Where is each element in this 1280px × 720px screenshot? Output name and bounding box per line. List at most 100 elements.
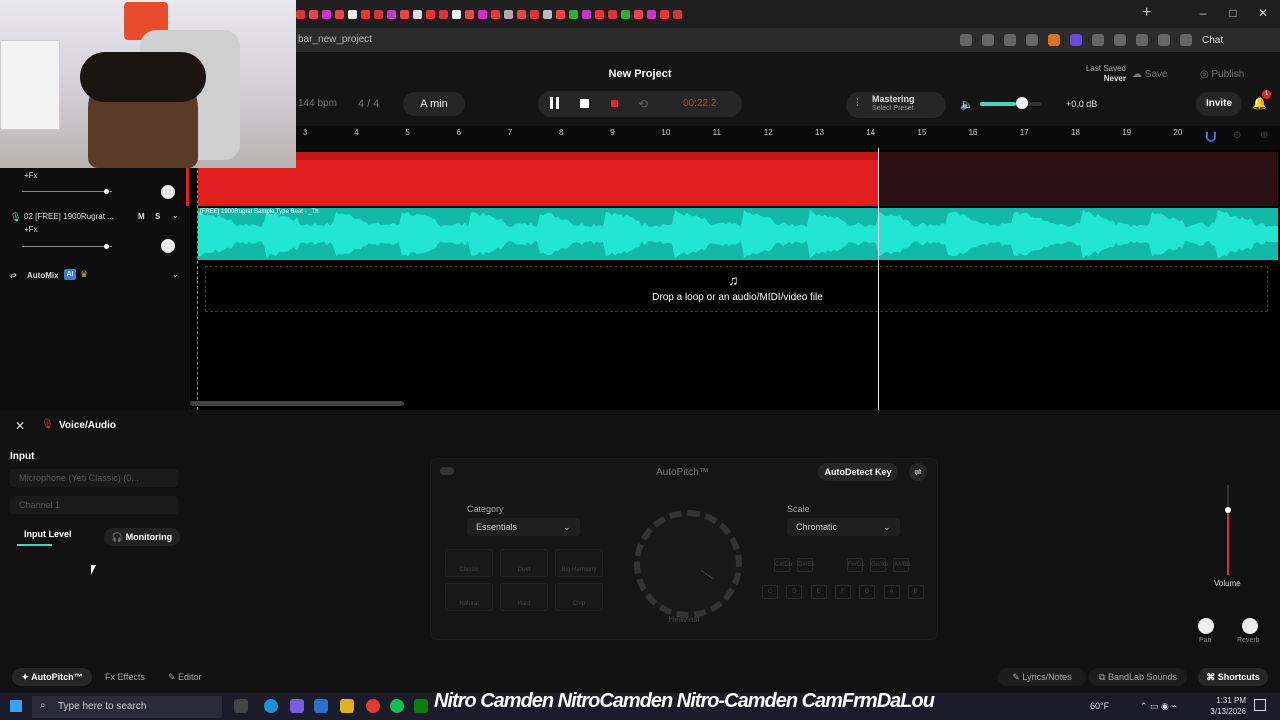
extension-icon[interactable] (1114, 34, 1126, 46)
extension-icon[interactable] (1092, 34, 1104, 46)
tab-favicon-icon[interactable] (556, 9, 565, 19)
tab-favicon-icon[interactable] (400, 9, 409, 19)
channel-select[interactable]: Channel 1 (10, 496, 178, 514)
tab-favicon-icon[interactable] (582, 9, 591, 19)
clock[interactable]: 1:31 PM 3/13/2026 (1200, 695, 1246, 717)
track1-volume-slider[interactable] (22, 191, 112, 192)
tab-favicon-icon[interactable] (504, 9, 513, 19)
extension-icon[interactable] (1004, 34, 1016, 46)
extension-icon[interactable] (1070, 34, 1082, 46)
speaker-mute-icon[interactable]: 🔈 (960, 98, 974, 111)
shortcuts-button[interactable]: ⌘ Shortcuts (1198, 668, 1268, 686)
tab-favicon-icon[interactable] (387, 9, 396, 19)
track2-volume-slider[interactable] (22, 246, 112, 247)
extension-icon[interactable] (960, 34, 972, 46)
browser-tabs[interactable] (296, 5, 1136, 23)
extension-icon[interactable] (1026, 34, 1038, 46)
save-button[interactable]: ☁ Save (1132, 66, 1194, 84)
scale-key-natural[interactable]: G (859, 585, 876, 599)
publish-button[interactable]: ◎ Publish (1200, 66, 1270, 84)
preset-duet[interactable]: Duet (500, 549, 548, 577)
tab-favicon-icon[interactable] (621, 9, 630, 19)
track2-volume-knob[interactable] (104, 244, 109, 249)
tab-bandlab-sounds[interactable]: ⧉ BandLab Sounds (1089, 668, 1187, 686)
tab-favicon-icon[interactable] (439, 9, 448, 19)
tab-favicon-icon[interactable] (647, 9, 656, 19)
reverb-knob[interactable] (1242, 618, 1258, 634)
record-icon[interactable] (611, 100, 618, 107)
playhead[interactable] (878, 148, 879, 410)
track1-volume-knob[interactable] (104, 189, 109, 194)
strength-dial[interactable] (634, 510, 742, 618)
automix-label[interactable]: AutoMix (27, 271, 59, 280)
tab-favicon-icon[interactable] (452, 9, 461, 19)
minimize-icon[interactable]: – (1192, 4, 1214, 22)
tab-favicon-icon[interactable] (517, 9, 526, 19)
tab-favicon-icon[interactable] (634, 9, 643, 19)
xbox-icon[interactable] (414, 699, 428, 713)
bookmark-icon[interactable] (982, 34, 994, 46)
master-volume-knob[interactable] (1016, 97, 1028, 109)
extension-icon[interactable] (1136, 34, 1148, 46)
tab-favicon-icon[interactable] (296, 9, 305, 19)
tab-favicon-icon[interactable] (426, 9, 435, 19)
more-menu-icon[interactable] (1180, 34, 1192, 46)
weather[interactable]: 60°F (1090, 701, 1109, 711)
profile-avatar-icon[interactable] (1158, 34, 1170, 46)
edge-icon[interactable] (264, 699, 278, 713)
tab-favicon-icon[interactable] (361, 9, 370, 19)
scale-key-natural[interactable]: B (907, 585, 924, 599)
notification-center-icon[interactable] (1254, 699, 1266, 711)
horizontal-scrollbar[interactable] (190, 401, 404, 406)
tab-favicon-icon[interactable] (309, 9, 318, 19)
key-button[interactable]: A min (403, 92, 465, 116)
track2-name[interactable]: 02 [FREE] 1900Rugrat ... (24, 212, 114, 221)
timeline-ruler[interactable] (296, 126, 1280, 150)
track1-pan-knob[interactable] (161, 185, 175, 199)
track2-mute-button[interactable]: M (138, 212, 145, 221)
scale-select[interactable]: Chromatic ⌄ (787, 518, 900, 536)
invite-button[interactable]: Invite (1196, 92, 1242, 116)
taskbar-search-input[interactable]: Type here to search (32, 696, 222, 718)
tab-autopitch[interactable]: ✦ AutoPitch™ (12, 668, 92, 686)
category-select[interactable]: Essentials ⌄ (467, 518, 580, 536)
scale-key-natural[interactable]: D (786, 585, 803, 599)
chevron-down-icon[interactable]: ⌄ (172, 270, 179, 279)
scale-key-natural[interactable]: C (762, 585, 778, 599)
preset-big-harmony[interactable]: Big Harmony (555, 549, 603, 577)
settings-sliders-icon[interactable]: ⇌ (909, 463, 927, 481)
scale-key-sharp[interactable]: A#/Bb (893, 558, 910, 572)
track2-pan-knob[interactable] (161, 239, 175, 253)
outlook-icon[interactable] (314, 699, 328, 713)
track1-clip[interactable] (198, 152, 878, 206)
scale-key-sharp[interactable]: D#/Eb (797, 558, 815, 572)
input-device-select[interactable]: Microphone (Yeti Classic) (0... (10, 469, 178, 487)
tab-favicon-icon[interactable] (595, 9, 604, 19)
scale-key-sharp[interactable]: C#/Db (774, 558, 792, 572)
monitoring-button[interactable]: 🎧 Monitoring (104, 528, 180, 546)
close-icon[interactable]: ✕ (15, 419, 25, 433)
loop-icon[interactable]: ⟲ (638, 97, 648, 111)
zoom-out-icon[interactable]: ⊖ (1233, 130, 1241, 141)
chevron-down-icon[interactable]: ⌄ (172, 211, 179, 220)
tab-favicon-icon[interactable] (569, 9, 578, 19)
scale-key-sharp[interactable]: G#/Ab (870, 558, 888, 572)
close-window-icon[interactable]: ✕ (1252, 4, 1274, 22)
app-icon[interactable] (290, 699, 304, 713)
tab-lyrics[interactable]: ✎ Lyrics/Notes (998, 668, 1086, 686)
magnet-icon[interactable] (1206, 132, 1216, 142)
preset-chip[interactable]: Chip (555, 583, 603, 611)
volume-fader-knob[interactable] (1225, 507, 1231, 513)
project-title[interactable]: New Project (590, 68, 690, 80)
file-explorer-icon[interactable] (340, 699, 354, 713)
tab-favicon-icon[interactable] (413, 9, 422, 19)
track1-lane-empty[interactable] (878, 152, 1278, 206)
tab-favicon-icon[interactable] (660, 9, 669, 19)
track2-solo-button[interactable]: S (155, 212, 160, 221)
system-tray[interactable]: ⌃ ▭ ◉ ⌁ (1140, 701, 1177, 712)
time-signature[interactable]: 4 / 4 (358, 98, 379, 110)
zoom-in-icon[interactable]: ⊕ (1260, 130, 1268, 141)
preset-hard[interactable]: Hard (500, 583, 548, 611)
tab-favicon-icon[interactable] (543, 9, 552, 19)
extension-icon[interactable] (1048, 34, 1060, 46)
